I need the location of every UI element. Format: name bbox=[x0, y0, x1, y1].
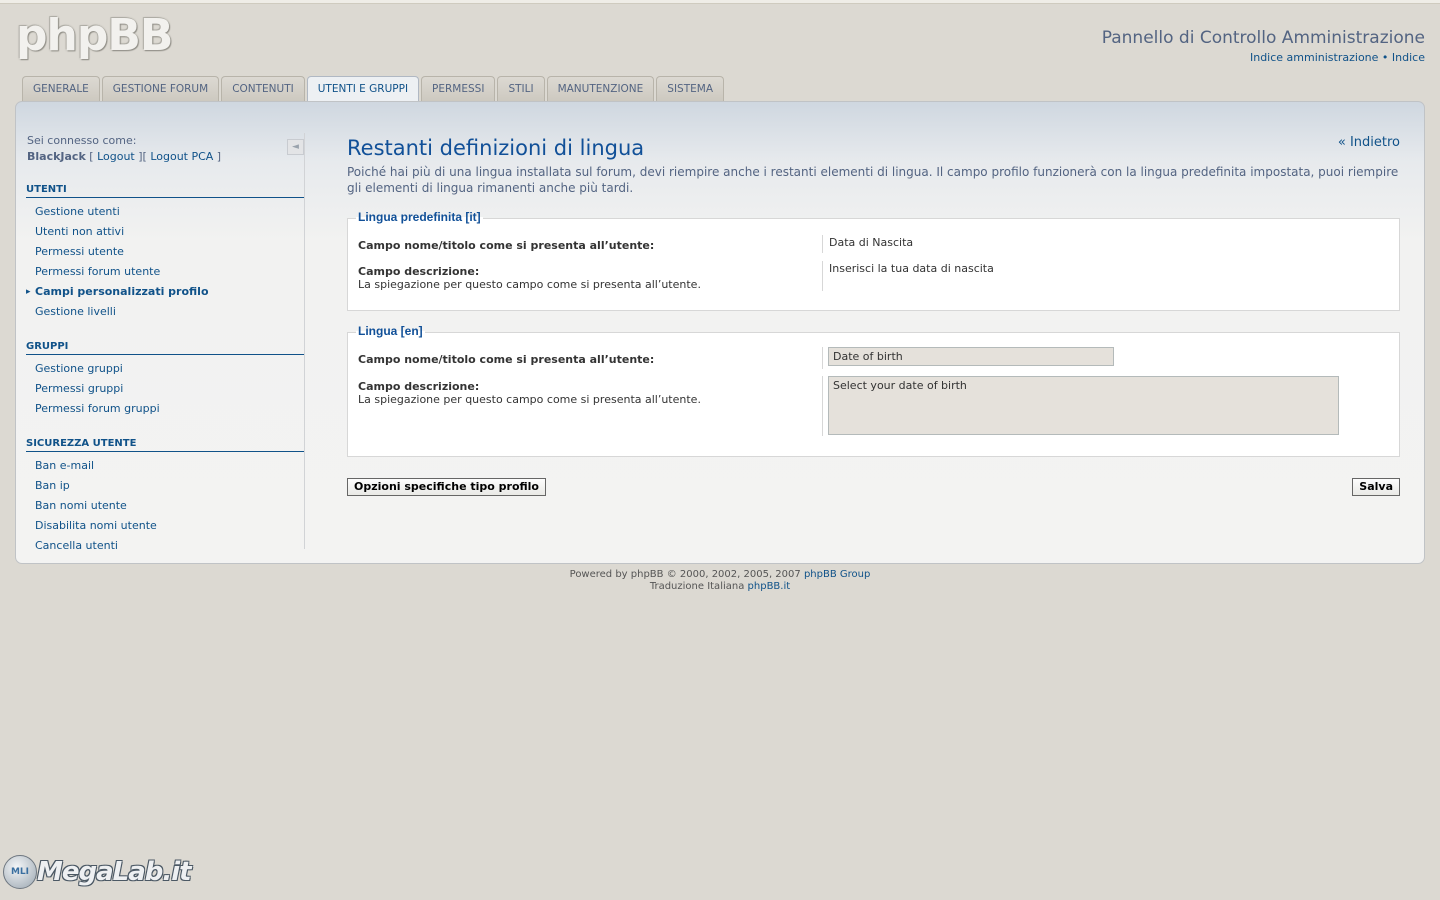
footer-phpbb-it-link[interactable]: phpBB.it bbox=[748, 581, 791, 592]
form-actions: Opzioni specifiche tipo profilo Salva bbox=[347, 457, 1400, 497]
en-name-cell: Date of birth bbox=[822, 347, 1114, 369]
page-title: Restanti definizioni di lingua bbox=[347, 136, 645, 160]
tab-stili[interactable]: STILI bbox=[497, 76, 545, 101]
menu-item-permessi-gruppi[interactable]: Permessi gruppi bbox=[27, 379, 304, 399]
en-name-label: Campo nome/titolo come si presenta all’u… bbox=[358, 353, 655, 366]
tab-gestione-forum[interactable]: GESTIONE FORUM bbox=[101, 76, 220, 101]
acp-title: Pannello di Controllo Amministrazione bbox=[1101, 28, 1425, 48]
en-name-input[interactable]: Date of birth bbox=[828, 347, 1114, 366]
default-desc-label: Campo descrizione: bbox=[358, 265, 480, 278]
tab-permessi[interactable]: PERMESSI bbox=[421, 76, 496, 101]
menu-item-gestione-livelli[interactable]: Gestione livelli bbox=[27, 302, 304, 322]
tab-sistema[interactable]: SISTEMA bbox=[656, 76, 725, 101]
sidebar: Sei connesso come: BlackJack [ Logout ][… bbox=[26, 133, 305, 552]
menu-heading-gruppi: GRUPPI bbox=[26, 340, 304, 355]
page-intro: Poiché hai più di una lingua installata … bbox=[347, 165, 1399, 195]
fieldset-legend-en: Lingua [en] bbox=[356, 324, 425, 338]
menu-item-cancella-utenti[interactable]: Cancella utenti bbox=[27, 536, 304, 556]
logout-link[interactable]: Logout bbox=[97, 150, 135, 163]
username: BlackJack bbox=[27, 150, 86, 163]
row-en-desc: Campo descrizione: La spiegazione per qu… bbox=[358, 376, 1388, 436]
menu-item-ban-ip[interactable]: Ban ip bbox=[27, 476, 304, 496]
index-link[interactable]: Indice bbox=[1392, 51, 1425, 64]
menu-item-gestione-gruppi[interactable]: Gestione gruppi bbox=[27, 359, 304, 379]
menu-item-disabilita-nomi-utente[interactable]: Disabilita nomi utente bbox=[27, 516, 304, 536]
menu-item-ban-email[interactable]: Ban e-mail bbox=[27, 456, 304, 476]
logout-acp-link[interactable]: Logout PCA bbox=[150, 150, 213, 163]
fieldset-legend-default: Lingua predefinita [it] bbox=[356, 210, 483, 224]
main-tabs: GENERALE GESTIONE FORUM CONTENUTI UTENTI… bbox=[22, 76, 725, 102]
footer-powered-by: Powered by phpBB © 2000, 2002, 2005, 200… bbox=[569, 569, 801, 580]
menu-item-permessi-utente[interactable]: Permessi utente bbox=[27, 242, 304, 262]
collapse-sidebar-icon[interactable]: ◄ bbox=[287, 139, 304, 155]
back-link[interactable]: « Indietro bbox=[1338, 135, 1400, 150]
menu-item-ban-nomi-utente[interactable]: Ban nomi utente bbox=[27, 496, 304, 516]
tab-manutenzione[interactable]: MANUTENZIONE bbox=[546, 76, 655, 101]
en-desc-label: Campo descrizione: bbox=[358, 380, 480, 393]
row-default-desc: Campo descrizione: La spiegazione per qu… bbox=[358, 261, 1388, 293]
menu-item-campi-personalizzati-profilo[interactable]: Campi personalizzati profilo bbox=[26, 282, 304, 302]
tab-contenuti[interactable]: CONTENUTI bbox=[221, 76, 305, 101]
row-en-name: Campo nome/titolo come si presenta all’u… bbox=[358, 347, 1388, 369]
footer-translation: Traduzione Italiana bbox=[649, 581, 745, 592]
tab-generale[interactable]: GENERALE bbox=[22, 76, 100, 101]
link-separator: • bbox=[1381, 51, 1389, 64]
fieldset-default-language: Lingua predefinita [it] Campo nome/titol… bbox=[347, 210, 1400, 311]
row-default-name: Campo nome/titolo come si presenta all’u… bbox=[358, 235, 1388, 255]
megalab-watermark-text: MegaLab.it bbox=[37, 857, 192, 887]
megalab-watermark: MLI MegaLab.it bbox=[3, 855, 192, 889]
footer: Powered by phpBB © 2000, 2002, 2005, 200… bbox=[0, 569, 1440, 593]
footer-phpbb-group-link[interactable]: phpBB Group bbox=[804, 569, 870, 580]
top-links: Indice amministrazione • Indice bbox=[1250, 51, 1425, 64]
menu-item-utenti-non-attivi[interactable]: Utenti non attivi bbox=[27, 222, 304, 242]
menu-heading-utenti: UTENTI bbox=[26, 183, 304, 198]
default-desc-value: Inserisci la tua data di nascita bbox=[822, 261, 994, 291]
logged-in-label: Sei connesso come: bbox=[27, 134, 137, 147]
top-border bbox=[0, 0, 1440, 4]
en-desc-cell: Select your date of birth bbox=[822, 376, 1339, 436]
en-desc-textarea[interactable]: Select your date of birth bbox=[828, 376, 1339, 435]
fieldset-language-en: Lingua [en] Campo nome/titolo come si pr… bbox=[347, 324, 1400, 457]
menu-group-gruppi: Gestione gruppi Permessi gruppi Permessi… bbox=[27, 359, 304, 419]
en-desc-explain: La spiegazione per questo campo come si … bbox=[358, 393, 701, 406]
save-button[interactable]: Salva bbox=[1352, 478, 1400, 496]
tab-utenti-e-gruppi[interactable]: UTENTI E GRUPPI bbox=[306, 76, 420, 102]
menu-item-permessi-forum-utente[interactable]: Permessi forum utente bbox=[27, 262, 304, 282]
megalab-logo-icon: MLI bbox=[3, 855, 37, 889]
admin-index-link[interactable]: Indice amministrazione bbox=[1250, 51, 1378, 64]
profile-type-options-button[interactable]: Opzioni specifiche tipo profilo bbox=[347, 478, 546, 496]
default-name-label: Campo nome/titolo come si presenta all’u… bbox=[358, 239, 655, 252]
default-desc-explain: La spiegazione per questo campo come si … bbox=[358, 278, 701, 291]
menu-heading-sicurezza-utente: SICUREZZA UTENTE bbox=[26, 437, 304, 452]
menu-item-gestione-utenti[interactable]: Gestione utenti bbox=[27, 202, 304, 222]
main-content: « Indietro Restanti definizioni di lingu… bbox=[347, 133, 1400, 497]
default-name-value: Data di Nascita bbox=[822, 235, 913, 253]
menu-group-utenti: Gestione utenti Utenti non attivi Permes… bbox=[26, 202, 304, 322]
user-info: Sei connesso come: BlackJack [ Logout ][… bbox=[27, 133, 304, 165]
phpbb-logo[interactable]: phpBB bbox=[16, 10, 173, 61]
menu-group-sicurezza-utente: Ban e-mail Ban ip Ban nomi utente Disabi… bbox=[27, 456, 304, 556]
menu-item-permessi-forum-gruppi[interactable]: Permessi forum gruppi bbox=[27, 399, 304, 419]
